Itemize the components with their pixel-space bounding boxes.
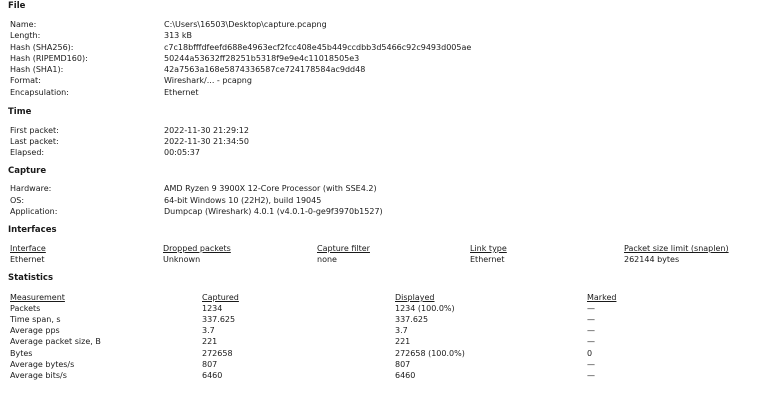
statistics-cell: — xyxy=(587,304,595,313)
statistics-cell: 221 xyxy=(202,337,218,346)
statistics-cell: 0 xyxy=(587,349,593,358)
interfaces-header-row: Interface Dropped packets Capture filter… xyxy=(10,243,750,254)
statistics-cell: 3.7 xyxy=(202,326,215,335)
statistics-cell: Average bits/s xyxy=(10,371,67,380)
file-name-row: Name: C:\Users\16503\Desktop\capture.pca… xyxy=(10,19,750,30)
file-name-value: C:\Users\16503\Desktop\capture.pcapng xyxy=(164,20,327,29)
interfaces-col-dropped-packets[interactable]: Dropped packets xyxy=(163,243,231,254)
statistics-cell: 272658 xyxy=(202,349,233,358)
statistics-cell: Average packet size, B xyxy=(10,337,101,346)
file-ripemd160-label: Hash (RIPEMD160): xyxy=(10,54,88,63)
time-last-packet-label: Last packet: xyxy=(10,137,59,146)
statistics-cell: — xyxy=(587,371,595,380)
interfaces-cell: Unknown xyxy=(163,255,201,264)
statistics-cell: 221 xyxy=(395,337,411,346)
interfaces-cell: Ethernet xyxy=(10,255,45,264)
capture-hardware-value: AMD Ryzen 9 3900X 12-Core Processor (wit… xyxy=(164,184,377,193)
file-sha1-row: Hash (SHA1): 42a7563a168e5874336587ce724… xyxy=(10,64,750,75)
statistics-cell: 272658 (100.0%) xyxy=(395,349,465,358)
file-sha1-label: Hash (SHA1): xyxy=(10,65,64,74)
section-statistics-title: Statistics xyxy=(8,273,54,283)
capture-application-label: Application: xyxy=(10,207,58,216)
section-time-title: Time xyxy=(8,107,32,117)
file-sha256-row: Hash (SHA256): c7c18bfffdfeefd688e4963ec… xyxy=(10,42,750,53)
statistics-cell: 807 xyxy=(202,360,218,369)
interfaces-col-capture-filter[interactable]: Capture filter xyxy=(317,243,370,254)
statistics-cell: Average bytes/s xyxy=(10,360,75,369)
interfaces-col-interface[interactable]: Interface xyxy=(10,243,46,254)
statistics-header-row: Measurement Captured Displayed Marked xyxy=(10,292,750,303)
table-row: Packets 1234 1234 (100.0%) — xyxy=(10,303,750,314)
statistics-cell: Average pps xyxy=(10,326,60,335)
time-elapsed-label: Elapsed: xyxy=(10,148,45,157)
statistics-cell: 6460 xyxy=(395,371,416,380)
statistics-cell: Packets xyxy=(10,304,41,313)
capture-os-row: OS: 64-bit Windows 10 (22H2), build 1904… xyxy=(10,195,750,206)
table-row: Average packet size, B 221 221 — xyxy=(10,336,750,347)
statistics-cell: 807 xyxy=(395,360,411,369)
time-last-packet-row: Last packet: 2022-11-30 21:34:50 xyxy=(10,136,750,147)
interfaces-cell: Ethernet xyxy=(470,255,505,264)
file-encapsulation-label: Encapsulation: xyxy=(10,88,69,97)
capture-os-label: OS: xyxy=(10,196,25,205)
table-row: Ethernet Unknown none Ethernet 262144 by… xyxy=(10,254,750,265)
statistics-cell: 6460 xyxy=(202,371,223,380)
statistics-cell: 1234 xyxy=(202,304,223,313)
file-encapsulation-value: Ethernet xyxy=(164,88,199,97)
time-last-packet-value: 2022-11-30 21:34:50 xyxy=(164,137,249,146)
statistics-col-marked[interactable]: Marked xyxy=(587,292,616,303)
section-capture-title: Capture xyxy=(8,166,47,176)
table-row: Average pps 3.7 3.7 — xyxy=(10,325,750,336)
table-row: Time span, s 337.625 337.625 — xyxy=(10,314,750,325)
file-length-value: 313 kB xyxy=(164,31,192,40)
statistics-cell: 337.625 xyxy=(202,315,236,324)
interfaces-col-link-type[interactable]: Link type xyxy=(470,243,507,254)
statistics-col-captured[interactable]: Captured xyxy=(202,292,239,303)
time-first-packet-value: 2022-11-30 21:29:12 xyxy=(164,126,249,135)
file-sha256-label: Hash (SHA256): xyxy=(10,43,74,52)
capture-file-properties: File Name: C:\Users\16503\Desktop\captur… xyxy=(0,0,761,420)
statistics-cell: — xyxy=(587,360,595,369)
interfaces-cell: 262144 bytes xyxy=(624,255,680,264)
statistics-col-measurement[interactable]: Measurement xyxy=(10,292,65,303)
statistics-cell: Bytes xyxy=(10,349,33,358)
capture-hardware-label: Hardware: xyxy=(10,184,52,193)
capture-application-row: Application: Dumpcap (Wireshark) 4.0.1 (… xyxy=(10,206,750,217)
statistics-cell: — xyxy=(587,326,595,335)
time-elapsed-value: 00:05:37 xyxy=(164,148,200,157)
file-format-label: Format: xyxy=(10,76,41,85)
capture-hardware-row: Hardware: AMD Ryzen 9 3900X 12-Core Proc… xyxy=(10,183,750,194)
file-length-row: Length: 313 kB xyxy=(10,30,750,41)
table-row: Average bits/s 6460 6460 — xyxy=(10,370,750,381)
statistics-cell: Time span, s xyxy=(10,315,61,324)
capture-os-value: 64-bit Windows 10 (22H2), build 19045 xyxy=(164,196,322,205)
file-ripemd160-row: Hash (RIPEMD160): 50244a53632ff28251b531… xyxy=(10,53,750,64)
file-format-value: Wireshark/... - pcapng xyxy=(164,76,252,85)
interfaces-cell: none xyxy=(317,255,337,264)
table-row: Bytes 272658 272658 (100.0%) 0 xyxy=(10,348,750,359)
section-interfaces-title: Interfaces xyxy=(8,225,57,235)
time-first-packet-row: First packet: 2022-11-30 21:29:12 xyxy=(10,125,750,136)
statistics-cell: 1234 (100.0%) xyxy=(395,304,455,313)
file-name-label: Name: xyxy=(10,20,37,29)
file-encapsulation-row: Encapsulation: Ethernet xyxy=(10,87,750,98)
file-format-row: Format: Wireshark/... - pcapng xyxy=(10,75,750,86)
file-ripemd160-value: 50244a53632ff28251b5318f9e9e4c11018505e3 xyxy=(164,54,360,63)
time-elapsed-row: Elapsed: 00:05:37 xyxy=(10,147,750,158)
statistics-cell: — xyxy=(587,315,595,324)
file-sha1-value: 42a7563a168e5874336587ce724178584ac9dd48 xyxy=(164,65,366,74)
table-row: Average bytes/s 807 807 — xyxy=(10,359,750,370)
statistics-col-displayed[interactable]: Displayed xyxy=(395,292,435,303)
statistics-cell: 3.7 xyxy=(395,326,408,335)
file-length-label: Length: xyxy=(10,31,41,40)
statistics-cell: — xyxy=(587,337,595,346)
section-file-title: File xyxy=(8,1,26,11)
interfaces-col-snaplen[interactable]: Packet size limit (snaplen) xyxy=(624,243,729,254)
capture-application-value: Dumpcap (Wireshark) 4.0.1 (v4.0.1-0-ge9f… xyxy=(164,207,383,216)
file-sha256-value: c7c18bfffdfeefd688e4963ecf2fcc408e45b449… xyxy=(164,43,472,52)
statistics-cell: 337.625 xyxy=(395,315,429,324)
time-first-packet-label: First packet: xyxy=(10,126,59,135)
